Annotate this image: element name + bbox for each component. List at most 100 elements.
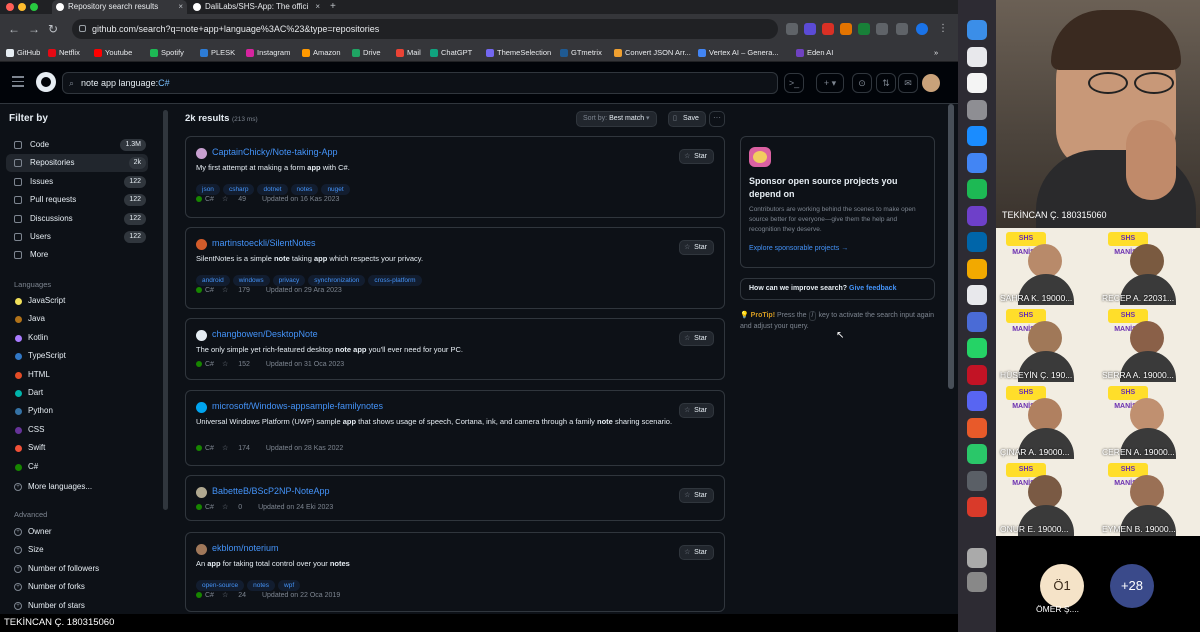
participant-video-tile[interactable]: SHS MANİSA SERRA A. 19000... <box>1098 305 1200 382</box>
more-bookmarks-icon[interactable]: » <box>934 47 938 59</box>
repo-name-link[interactable]: changbowen/DesktopNote <box>212 329 318 339</box>
minimize-window-button[interactable] <box>18 3 26 11</box>
topic-tag[interactable]: android <box>196 275 230 286</box>
bookmark-item[interactable]: ThemeSelection <box>486 47 551 59</box>
bookmark-item[interactable]: Vertex AI – Genera... <box>698 47 779 59</box>
address-bar[interactable]: github.com/search?q=note+app+language%3A… <box>72 19 778 39</box>
close-window-button[interactable] <box>6 3 14 11</box>
star-button[interactable]: Star <box>679 403 714 418</box>
command-palette-button[interactable]: >_ <box>784 73 804 93</box>
owner-avatar[interactable] <box>196 402 207 413</box>
profile-avatar[interactable] <box>916 23 928 35</box>
language-filter[interactable]: JavaScript <box>6 292 148 310</box>
new-tab-button[interactable]: + <box>330 0 336 14</box>
bookmark-item[interactable]: GitHub <box>6 47 40 59</box>
star-button[interactable]: Star <box>679 149 714 164</box>
bookmark-item[interactable]: Mail <box>396 47 421 59</box>
forward-icon[interactable]: → <box>28 21 40 37</box>
sidepanel-icon[interactable] <box>896 23 908 35</box>
participant-video-tile[interactable]: SHS MANİSA RECEP A. 22031... <box>1098 228 1200 305</box>
reload-icon[interactable]: ↻ <box>48 21 58 37</box>
tab-search-results[interactable]: Repository search results × <box>52 0 187 14</box>
app-store-icon[interactable] <box>967 126 987 146</box>
bookmark-item[interactable]: Spotify <box>150 47 184 59</box>
kebab-menu-icon[interactable]: ⋮ <box>938 21 948 37</box>
calendar-icon[interactable] <box>967 73 987 93</box>
topic-tag[interactable]: wpf <box>278 580 301 591</box>
repo-stars[interactable]: ☆ 24 <box>222 592 254 599</box>
language-filter[interactable]: Dart <box>6 384 148 402</box>
discord-icon[interactable] <box>967 391 987 411</box>
filter-type-more[interactable]: More <box>6 246 148 264</box>
language-filter[interactable]: HTML <box>6 366 148 384</box>
topic-tag[interactable]: synchronization <box>308 275 366 286</box>
topic-tag[interactable]: windows <box>232 275 270 286</box>
filter-type-code[interactable]: Code 1.3M <box>6 136 148 154</box>
advanced-filter[interactable]: + Number of forks <box>6 578 148 596</box>
explore-sponsorable-link[interactable]: Explore sponsorable projects → <box>749 245 848 252</box>
facetime-icon[interactable] <box>967 444 987 464</box>
page-scrollbar[interactable] <box>948 104 954 389</box>
filter-type-issues[interactable]: Issues 122 <box>6 173 148 191</box>
rider-icon[interactable] <box>967 364 987 385</box>
hamburger-menu-icon[interactable] <box>12 76 24 88</box>
repo-name-link[interactable]: microsoft/Windows-appsample-familynotes <box>212 401 383 411</box>
whatsapp-icon[interactable] <box>967 338 987 358</box>
user-avatar[interactable] <box>922 74 940 92</box>
owner-avatar[interactable] <box>196 239 207 250</box>
maximize-window-button[interactable] <box>30 3 38 11</box>
star-button[interactable]: Star <box>679 331 714 346</box>
topic-tag[interactable]: dotnet <box>257 184 288 195</box>
github-logo-icon[interactable] <box>36 72 56 92</box>
repo-name-link[interactable]: martinstoeckli/SilentNotes <box>212 238 316 248</box>
filter-type-users[interactable]: Users 122 <box>6 228 148 246</box>
repo-name-link[interactable]: BabetteB/BScP2NP-NoteApp <box>212 486 330 496</box>
bookmark-item[interactable]: GTmetrix <box>560 47 602 59</box>
participant-initials-avatar[interactable]: Ö1 <box>1040 564 1084 608</box>
close-tab-icon[interactable]: × <box>315 0 320 14</box>
star-button[interactable]: Star <box>679 545 714 560</box>
close-tab-icon[interactable]: × <box>178 0 183 14</box>
repo-stars[interactable]: ☆ 179 <box>222 287 258 294</box>
sequel-icon[interactable] <box>967 258 987 279</box>
bookmark-item[interactable]: ChatGPT <box>430 47 472 59</box>
star-button[interactable]: Star <box>679 240 714 255</box>
repo-stars[interactable]: ☆ 49 <box>222 196 254 203</box>
extension-icon[interactable] <box>840 23 852 35</box>
extension-icon[interactable] <box>786 23 798 35</box>
participant-video-tile[interactable]: SHS MANİSA ONUR E. 19000... <box>996 459 1098 536</box>
more-participants-button[interactable]: +28 <box>1110 564 1154 608</box>
github-desktop-icon[interactable] <box>967 205 987 226</box>
language-filter[interactable]: TypeScript <box>6 347 148 365</box>
star-button[interactable]: Star <box>679 488 714 503</box>
back-icon[interactable]: ← <box>8 21 20 37</box>
chrome-icon[interactable] <box>967 152 987 173</box>
repo-stars[interactable]: ☆ 152 <box>222 361 258 368</box>
postman-icon[interactable] <box>967 417 987 438</box>
give-feedback-link[interactable]: Give feedback <box>849 285 896 292</box>
extension-icon[interactable] <box>804 23 816 35</box>
trash-icon[interactable] <box>967 572 987 592</box>
language-filter[interactable]: Java <box>6 310 148 328</box>
bookmark-item[interactable]: Amazon <box>302 47 341 59</box>
topic-tag[interactable]: notes <box>290 184 319 195</box>
filter-type-repositories[interactable]: Repositories 2k <box>6 154 148 173</box>
filter-type-discussions[interactable]: Discussions 122 <box>6 210 148 228</box>
topic-tag[interactable]: cross-platform <box>368 275 422 286</box>
bookmark-item[interactable]: Drive <box>352 47 381 59</box>
pull-requests-icon[interactable]: ⇅ <box>876 73 896 93</box>
owner-avatar[interactable] <box>196 487 207 498</box>
more-languages-link[interactable]: + More languages... <box>6 478 148 496</box>
participant-video-tile[interactable]: SHS MANİSA HÜSEYİN Ç. 190... <box>996 305 1098 382</box>
notes-icon[interactable] <box>967 497 987 517</box>
teams-icon[interactable] <box>967 311 987 332</box>
topic-tag[interactable]: open-source <box>196 580 245 591</box>
puzzle-icon[interactable] <box>876 23 888 35</box>
inbox-icon[interactable]: ✉ <box>898 73 918 93</box>
downloads-icon[interactable] <box>967 548 987 568</box>
participant-video-tile[interactable]: SHS MANİSA ÇINAR A. 19000... <box>996 382 1098 459</box>
extension-icon[interactable] <box>822 23 834 35</box>
owner-avatar[interactable] <box>196 544 207 555</box>
bookmark-item[interactable]: PLESK <box>200 47 235 59</box>
participant-video-tile[interactable]: SHS MANİSA EYMEN B. 19000... <box>1098 459 1200 536</box>
